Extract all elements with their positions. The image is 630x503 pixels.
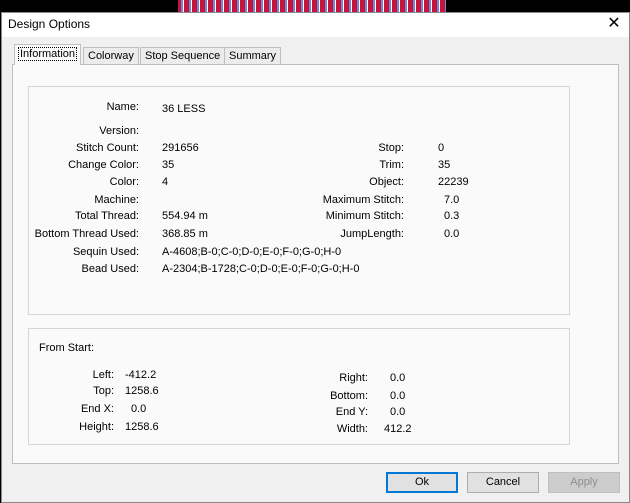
left-label: Left: <box>92 369 114 381</box>
end-x-value: 0.0 <box>131 403 147 415</box>
bottom-value: 0.0 <box>390 390 406 402</box>
tab-summary-label: Summary <box>229 50 277 62</box>
object-value: 22239 <box>438 176 469 188</box>
width-label: Width: <box>336 423 368 435</box>
sequin-used-value: A-4608;B-0;C-0;D-0;E-0;F-0;G-0;H-0 <box>162 246 342 258</box>
tab-information-label: Information <box>17 47 78 61</box>
maximum-stitch-value: 7.0 <box>444 194 460 206</box>
jump-length-value: 0.0 <box>444 228 460 240</box>
stop-value: 0 <box>438 142 445 154</box>
bottom-label: Bottom: <box>330 390 368 402</box>
tab-stop-sequence-label: Stop Sequence <box>145 50 221 62</box>
stop-label: Stop: <box>378 142 404 154</box>
bead-used-label: Bead Used: <box>81 263 139 275</box>
background-embroidery-strip <box>178 0 446 12</box>
change-color-value: 35 <box>162 159 175 171</box>
information-panel: Name: 36 LESS Version: Stitch Count: 291… <box>12 64 619 464</box>
color-label: Color: <box>109 176 139 188</box>
from-start-group: From Start: Left: -412.2 Top: 1258.6 End… <box>28 328 570 445</box>
tab-information[interactable]: Information <box>14 44 82 65</box>
cancel-button[interactable]: Cancel <box>467 472 539 493</box>
bottom-thread-label: Bottom Thread Used: <box>34 228 139 240</box>
right-label: Right: <box>339 372 368 384</box>
minimum-stitch-value: 0.3 <box>444 210 460 222</box>
bead-used-value: A-2304;B-1728;C-0;D-0;E-0;F-0;G-0;H-0 <box>162 263 360 275</box>
tab-summary[interactable]: Summary <box>224 47 282 65</box>
version-label: Version: <box>99 125 139 137</box>
height-label: Height: <box>79 421 114 433</box>
right-value: 0.0 <box>390 372 406 384</box>
window-title: Design Options <box>8 17 91 31</box>
total-thread-value: 554.94 m <box>162 210 208 222</box>
machine-label: Machine: <box>94 194 139 206</box>
close-icon: ✕ <box>607 15 621 32</box>
sequin-used-label: Sequin Used: <box>72 246 139 258</box>
stitch-count-label: Stitch Count: <box>76 142 139 154</box>
tab-colorway[interactable]: Colorway <box>83 47 139 65</box>
tab-stop-sequence[interactable]: Stop Sequence <box>140 47 226 65</box>
jump-length-label: JumpLength: <box>340 228 404 240</box>
stitch-count-value: 291656 <box>162 142 199 154</box>
apply-button[interactable]: Apply <box>548 472 620 493</box>
end-y-label: End Y: <box>335 406 368 418</box>
name-label: Name: <box>106 101 139 113</box>
title-bar: Design Options ✕ <box>2 13 629 37</box>
trim-value: 35 <box>438 159 451 171</box>
close-button[interactable]: ✕ <box>599 13 629 37</box>
bottom-thread-value: 368.85 m <box>162 228 208 240</box>
top-value: 1258.6 <box>125 385 159 397</box>
color-value: 4 <box>162 176 169 188</box>
trim-label: Trim: <box>379 159 404 171</box>
maximum-stitch-label: Maximum Stitch: <box>322 194 404 206</box>
top-label: Top: <box>93 385 114 397</box>
width-value: 412.2 <box>384 423 412 435</box>
name-value: 36 LESS <box>162 103 206 115</box>
end-y-value: 0.0 <box>390 406 406 418</box>
height-value: 1258.6 <box>125 421 159 433</box>
design-info-group: Name: 36 LESS Version: Stitch Count: 291… <box>28 86 570 315</box>
design-options-dialog: Design Options ✕ Information Colorway St… <box>1 12 630 503</box>
ok-button[interactable]: Ok <box>386 472 458 493</box>
tab-colorway-label: Colorway <box>88 50 134 62</box>
from-start-heading: From Start: <box>39 342 95 354</box>
end-x-label: End X: <box>80 403 114 415</box>
change-color-label: Change Color: <box>68 159 139 171</box>
total-thread-label: Total Thread: <box>74 210 139 222</box>
left-value: -412.2 <box>125 369 157 381</box>
minimum-stitch-label: Minimum Stitch: <box>325 210 404 222</box>
object-label: Object: <box>369 176 404 188</box>
